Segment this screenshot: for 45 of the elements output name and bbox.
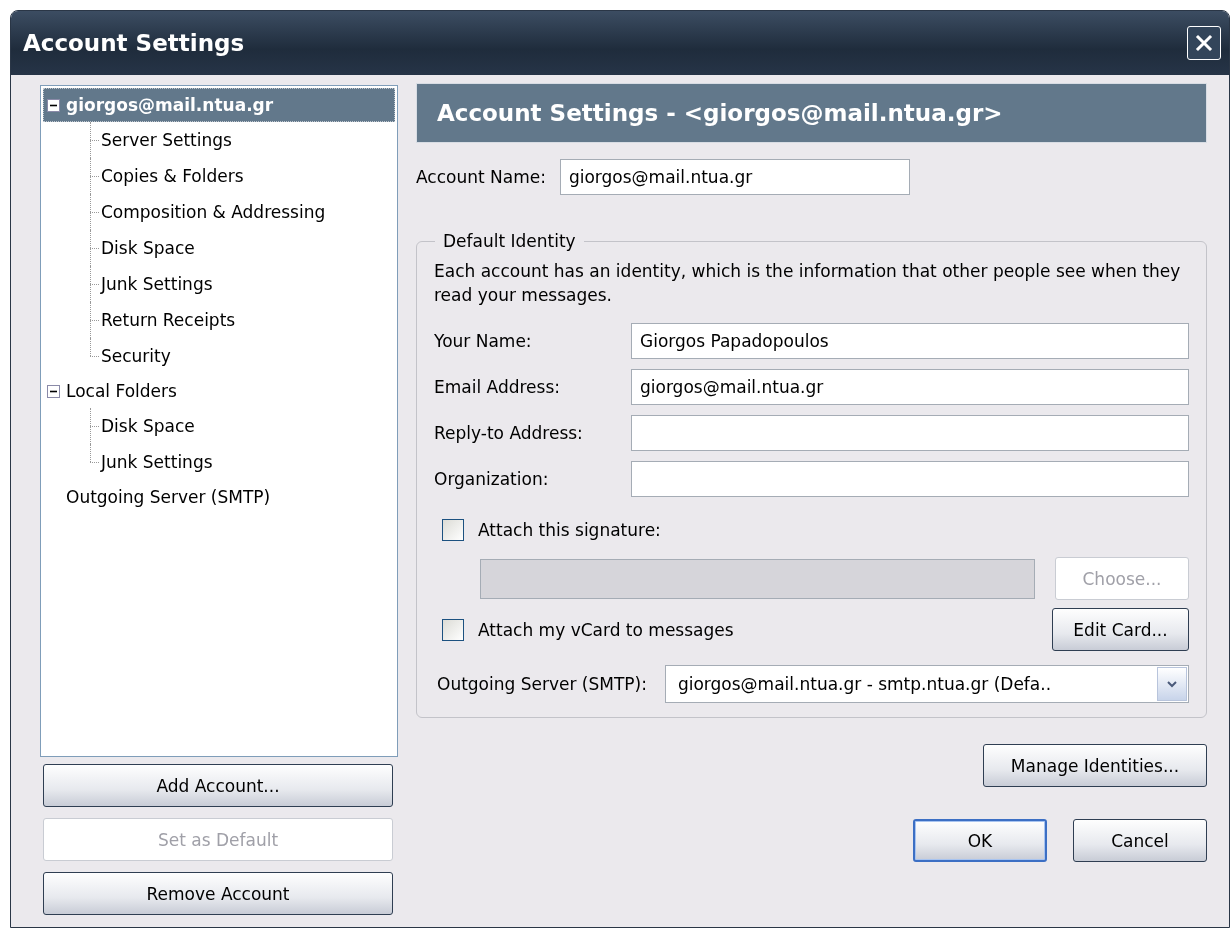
tree-item[interactable]: Local Folders [43,374,395,408]
button[interactable]: Edit Card... [1052,608,1189,651]
field-label: Email Address: [434,377,561,397]
tree-item[interactable]: Disk Space [90,230,195,266]
tree-item[interactable]: giorgos@mail.ntua.gr [43,88,395,122]
tree-item[interactable]: Junk Settings [90,444,213,480]
tree-item[interactable]: Security [90,338,171,374]
checkbox[interactable] [442,618,464,641]
tree-item[interactable]: Junk Settings [90,266,213,302]
collapse-icon[interactable] [47,384,60,398]
account-button[interactable]: Add Account... [43,764,393,807]
panel-header: Account Settings - <giorgos@mail.ntua.gr> [416,83,1207,143]
tree-item[interactable]: Disk Space [90,408,195,444]
field-label: Your Name: [434,331,533,351]
tree-item[interactable]: Return Receipts [90,302,236,338]
dialog-button[interactable]: Cancel [1073,819,1207,862]
signature-path-field[interactable] [480,558,1035,599]
field-label: Reply-to Address: [434,423,584,443]
server-dropdown[interactable]: giorgos@mail.ntua.gr - smtp.ntua.gr (Defa.. [664,665,1189,703]
checkbox[interactable] [442,519,464,541]
field-label: Account Name: [416,167,546,187]
checkbox-label[interactable]: Attach this signature: [478,520,661,540]
group-title: Default Identity [442,231,577,251]
input-field[interactable]: Giorgos Papadopoulos [631,323,1189,359]
checkbox-label[interactable]: Attach my vCard to messages [478,619,734,640]
manage-identities-button[interactable]: Manage Identities... [983,744,1207,787]
description-text: Each account has an identity, which is the information that other people see when they read your messages. [434,260,1182,307]
input-field[interactable] [631,415,1189,451]
input-field[interactable] [631,461,1189,497]
collapse-icon[interactable] [47,98,60,112]
tree-item[interactable]: Server Settings [90,122,232,158]
input-field[interactable]: giorgos@mail.ntua.gr [559,159,910,195]
dialog-button[interactable]: OK [913,819,1047,862]
tree-item[interactable]: Copies & Folders [90,158,244,194]
tree-item[interactable]: Outgoing Server (SMTP) [43,480,395,514]
input-field[interactable]: giorgos@mail.ntua.gr [631,369,1189,405]
close-button[interactable] [1187,26,1221,60]
close-icon[interactable] [1194,33,1214,53]
field-label: Organization: [434,469,550,489]
window-title: Account Settings [23,30,245,56]
account-button[interactable]: Remove Account [43,872,393,915]
dropdown-button[interactable] [1157,667,1187,701]
field-label: Outgoing Server (SMTP): [437,674,647,694]
tree-item[interactable]: Composition & Addressing [90,194,326,230]
chevron-down-icon[interactable] [1166,679,1178,689]
